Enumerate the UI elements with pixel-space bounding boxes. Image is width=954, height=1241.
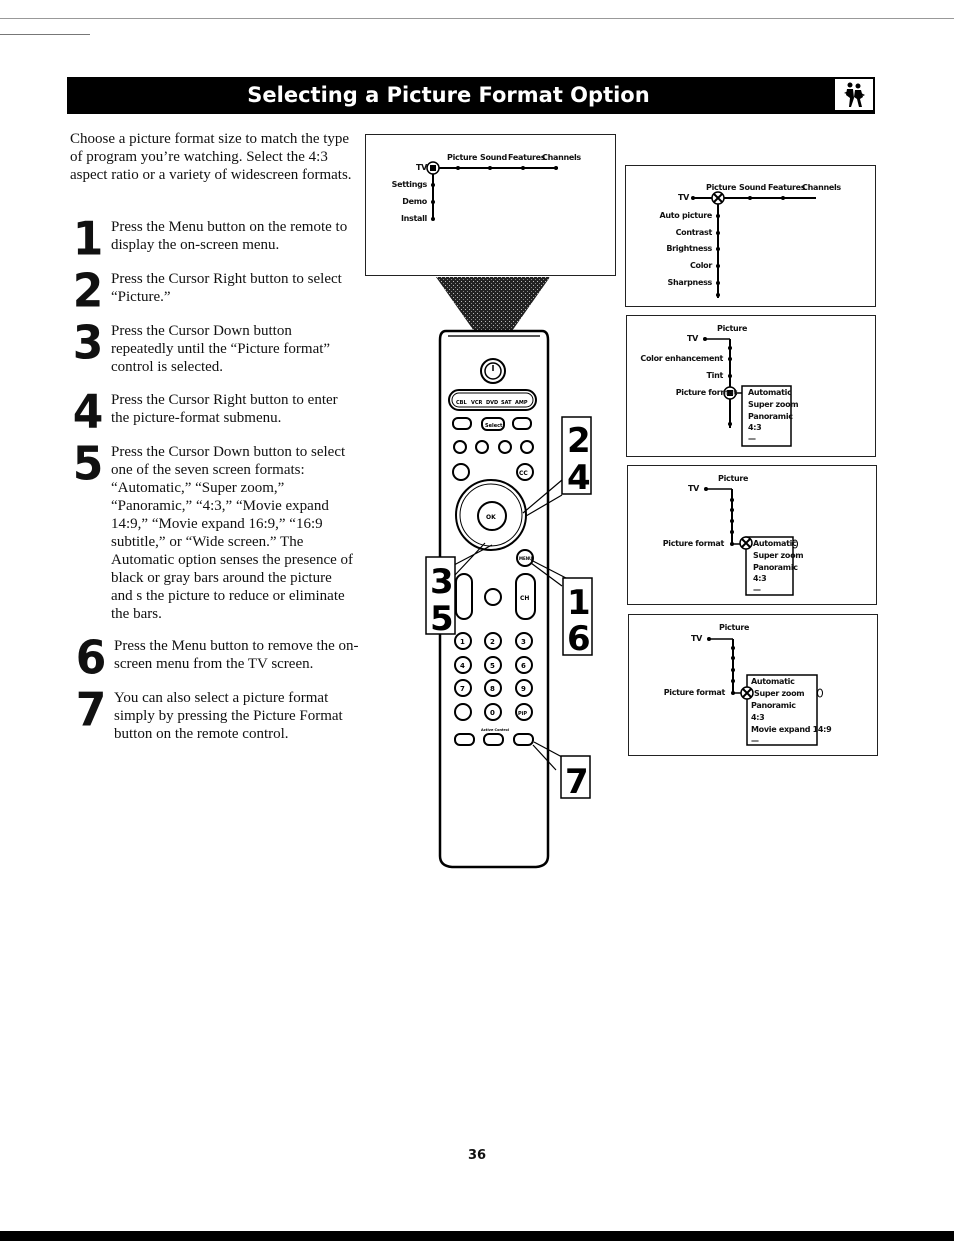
number-button-5[interactable]: 5 [490, 662, 495, 670]
callout-number: 6 [567, 619, 591, 659]
source-button-amp[interactable]: AMP [515, 400, 528, 406]
number-button-9[interactable]: 9 [521, 685, 526, 693]
remote-control-illustration: CBL VCR DVD SAT AMP Select CC OK MENU CH… [425, 277, 593, 869]
play-button[interactable] [498, 440, 512, 454]
ambilight-button[interactable] [452, 463, 470, 481]
number-button-0[interactable]: 0 [490, 709, 495, 717]
freeze-button[interactable] [512, 417, 532, 430]
stop-button[interactable] [475, 440, 489, 454]
rewind-button[interactable] [453, 440, 467, 454]
source-button-sat[interactable]: SAT [501, 400, 512, 406]
number-button-7[interactable]: 7 [460, 685, 465, 693]
callout-number: 4 [567, 458, 591, 498]
footer-bar [0, 1231, 954, 1241]
number-button-2[interactable]: 2 [490, 638, 495, 646]
callout-number: 3 [430, 562, 454, 602]
pip-button[interactable]: PiP [518, 711, 527, 717]
picture-format-button[interactable] [513, 733, 534, 746]
cc-label: CC [519, 470, 528, 477]
number-button-6[interactable]: 6 [521, 662, 526, 670]
ir-beam [436, 277, 550, 331]
info-button[interactable] [454, 733, 475, 746]
mute-button[interactable] [484, 588, 502, 606]
active-control-button[interactable] [483, 733, 504, 746]
callout-number: 2 [567, 421, 591, 461]
callout-number: 5 [430, 599, 454, 639]
volume-rocker[interactable] [455, 573, 473, 620]
ok-label: OK [486, 514, 496, 521]
source-button-vcr[interactable]: VCR [471, 400, 483, 406]
number-button-3[interactable]: 3 [521, 638, 526, 646]
power-button[interactable] [480, 358, 506, 384]
page-number: 36 [468, 1148, 487, 1163]
channel-label: CH [520, 595, 529, 602]
callout-number: 1 [567, 583, 591, 623]
number-button-4[interactable]: 4 [460, 662, 465, 670]
active-control-label: Active Control [481, 728, 509, 732]
number-button-8[interactable]: 8 [490, 685, 495, 693]
callout-number: 7 [565, 762, 589, 802]
number-button-1[interactable]: 1 [460, 638, 465, 646]
fast-forward-button[interactable] [520, 440, 534, 454]
select-label: Select [485, 423, 503, 429]
menu-label: MENU [519, 556, 532, 561]
av-button[interactable] [452, 417, 472, 430]
source-button-cbl[interactable]: CBL [456, 400, 467, 406]
source-button-dvd[interactable]: DVD [486, 400, 498, 406]
